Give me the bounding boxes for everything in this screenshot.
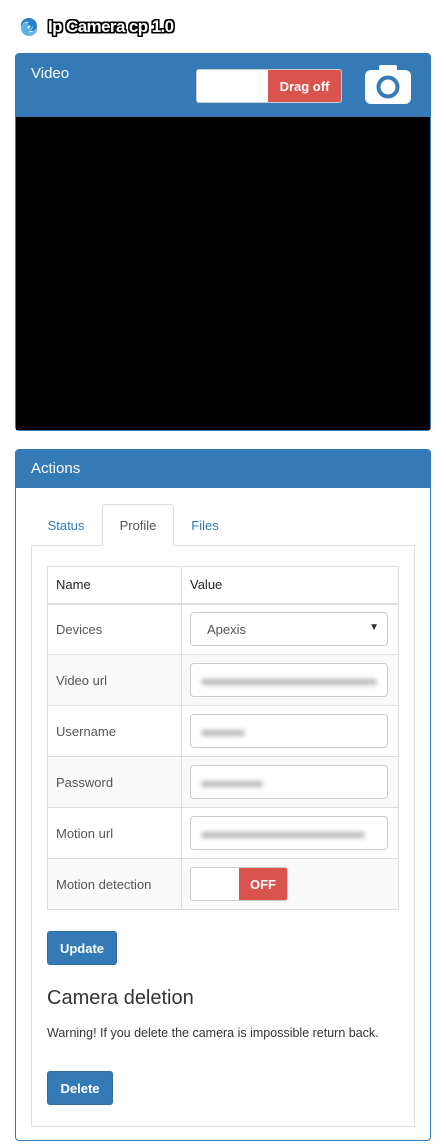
delete-button[interactable]: Delete xyxy=(47,1071,113,1105)
devices-select-value: Apexis xyxy=(207,621,247,637)
video-stream[interactable] xyxy=(16,117,430,430)
motion-detection-toggle[interactable]: OFF xyxy=(190,867,288,901)
swirl-logo-icon xyxy=(20,18,38,36)
chevron-down-icon: ▼ xyxy=(369,622,379,634)
actions-panel-heading: Actions xyxy=(16,450,430,488)
drag-toggle-off-label: Drag off xyxy=(268,70,341,102)
table-row: Motion url xyxy=(47,807,399,859)
table-header-row: Name Value xyxy=(47,566,399,605)
table-row: Devices Apexis ▼ xyxy=(47,603,399,655)
app-title: Ip Camera cp 1.0 xyxy=(48,17,174,36)
row-value-cell xyxy=(181,654,399,706)
row-label-password: Password xyxy=(47,756,182,808)
deletion-warning-text: Warning! If you delete the camera is imp… xyxy=(47,1026,379,1040)
table-row: Video url xyxy=(47,654,399,706)
redacted-text xyxy=(201,832,365,838)
row-label-motion-url: Motion url xyxy=(47,807,182,859)
tab-files[interactable]: Files xyxy=(176,504,234,546)
row-label-video-url: Video url xyxy=(47,654,182,706)
row-value-cell xyxy=(181,705,399,757)
actions-panel-title: Actions xyxy=(31,460,81,477)
motion-url-input[interactable] xyxy=(190,816,388,850)
profile-tab-content: Name Value Devices Apexis ▼ Video url Us… xyxy=(31,545,415,1127)
video-panel-heading: Video Drag off xyxy=(16,54,430,117)
camera-deletion-heading: Camera deletion xyxy=(47,987,194,1009)
video-url-input[interactable] xyxy=(190,663,388,697)
username-input[interactable] xyxy=(190,714,388,748)
row-label-username: Username xyxy=(47,705,182,757)
row-value-cell xyxy=(181,756,399,808)
app-header: Ip Camera cp 1.0 xyxy=(0,0,446,54)
redacted-text xyxy=(201,679,377,685)
table-row: Motion detection OFF xyxy=(47,858,399,910)
video-panel: Video Drag off xyxy=(15,53,431,431)
row-value-cell xyxy=(181,807,399,859)
row-label-motion-detection: Motion detection xyxy=(47,858,182,910)
password-input[interactable] xyxy=(190,765,388,799)
tab-profile[interactable]: Profile xyxy=(102,504,174,546)
update-button[interactable]: Update xyxy=(47,931,117,965)
motion-toggle-off-label: OFF xyxy=(239,868,287,900)
video-panel-title: Video xyxy=(31,65,70,82)
actions-panel: Actions Status Profile Files Name Value … xyxy=(15,449,431,1141)
camera-icon[interactable] xyxy=(365,64,411,104)
drag-toggle[interactable]: Drag off xyxy=(196,69,342,103)
row-value-cell: OFF xyxy=(181,858,399,910)
table-row: Username xyxy=(47,705,399,757)
tab-status[interactable]: Status xyxy=(32,504,100,546)
redacted-text xyxy=(201,781,263,787)
devices-select[interactable]: Apexis ▼ xyxy=(190,612,388,647)
profile-table: Name Value Devices Apexis ▼ Video url Us… xyxy=(47,566,399,910)
row-label-devices: Devices xyxy=(47,603,182,655)
column-header-name: Name xyxy=(47,566,182,605)
row-value-cell: Apexis ▼ xyxy=(181,603,399,655)
table-row: Password xyxy=(47,756,399,808)
column-header-value: Value xyxy=(181,566,399,605)
redacted-text xyxy=(201,730,245,736)
